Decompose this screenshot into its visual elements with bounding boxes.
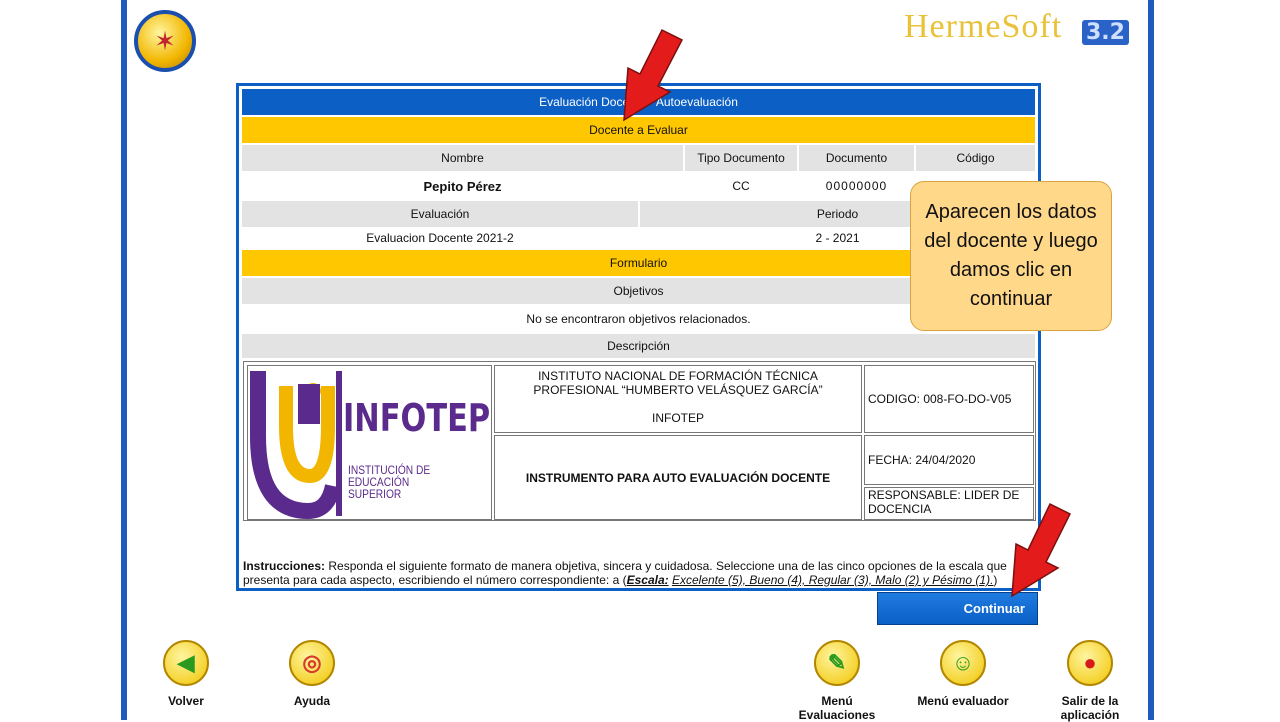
evaluator-menu-label: Menú evaluador xyxy=(917,694,1009,708)
help-label: Ayuda xyxy=(293,694,331,708)
exit-icon: ● xyxy=(1067,640,1113,686)
evaluation-panel: Evaluación Docente - Autoevaluación Doce… xyxy=(236,83,1041,591)
mascot-icon: ✶ xyxy=(134,10,196,72)
exit-label: Salir de la aplicación xyxy=(1060,694,1120,722)
brand-version: 3.2 xyxy=(1082,20,1129,45)
teacher-name: Pepito Pérez xyxy=(423,178,502,194)
evaluations-menu-icon: ✎ xyxy=(814,640,860,686)
document-header-table: INFOTEP INSTITUCIÓN DE EDUCACIÓN SUPERIO… xyxy=(243,361,1036,521)
col-evaluacion: Evaluación xyxy=(242,201,638,227)
description-header: Descripción xyxy=(242,334,1035,358)
col-documento: Documento xyxy=(799,145,914,171)
col-nombre: Nombre xyxy=(242,145,683,171)
instructions-label: Instrucciones: xyxy=(243,559,326,573)
doc-date: FECHA: 24/04/2020 xyxy=(864,435,1034,485)
back-label: Volver xyxy=(168,694,204,708)
evaluations-menu-button[interactable]: ✎ Menú Evaluaciones xyxy=(782,640,892,722)
brand-logo: HermeSoft xyxy=(904,8,1063,45)
institution-cell: INSTITUTO NACIONAL DE FORMACIÓN TÉCNICA … xyxy=(494,365,862,433)
institution-name: INSTITUTO NACIONAL DE FORMACIÓN TÉCNICA … xyxy=(533,369,823,397)
lifebuoy-icon: ◎ xyxy=(289,640,335,686)
red-arrow-top xyxy=(623,28,684,122)
teacher-doc-type: CC xyxy=(732,179,750,193)
app-title: Evaluación Docente xyxy=(205,14,449,39)
institution-acronym: INFOTEP xyxy=(651,411,704,425)
teacher-document: 00000000 xyxy=(825,179,888,193)
instructions: Instrucciones: Responda el siguiente for… xyxy=(243,559,1007,587)
exit-button[interactable]: ● Salir de la aplicación xyxy=(1035,640,1145,722)
annotation-callout: Aparecen los datos del docente y luego d… xyxy=(910,181,1112,331)
evaluator-menu-button[interactable]: ☺ Menú evaluador xyxy=(908,640,1018,708)
col-tipo-documento: Tipo Documento xyxy=(685,145,797,171)
evaluations-menu-label: Menú Evaluaciones xyxy=(798,694,876,722)
instrument-title: INSTRUMENTO PARA AUTO EVALUACIÓN DOCENTE xyxy=(494,435,862,520)
logo-text: INFOTEP xyxy=(343,396,491,440)
back-arrow-icon: ◀ xyxy=(163,640,209,686)
scale-label: Escala: xyxy=(626,573,669,587)
col-codigo: Código xyxy=(916,145,1035,171)
help-button[interactable]: ◎ Ayuda xyxy=(257,640,367,708)
evaluator-menu-icon: ☺ xyxy=(940,640,986,686)
back-button[interactable]: ◀ Volver xyxy=(131,640,241,708)
doc-code: CODIGO: 008-FO-DO-V05 xyxy=(864,365,1034,433)
scale-values: Excelente (5), Bueno (4), Regular (3), M… xyxy=(671,573,994,587)
logo-subtext: INSTITUCIÓN DE EDUCACIÓN SUPERIOR xyxy=(348,463,431,501)
infotep-logo: INFOTEP INSTITUCIÓN DE EDUCACIÓN SUPERIO… xyxy=(247,365,492,520)
evaluation-name: Evaluacion Docente 2021-2 xyxy=(366,231,514,245)
red-arrow-bottom xyxy=(1011,502,1072,598)
